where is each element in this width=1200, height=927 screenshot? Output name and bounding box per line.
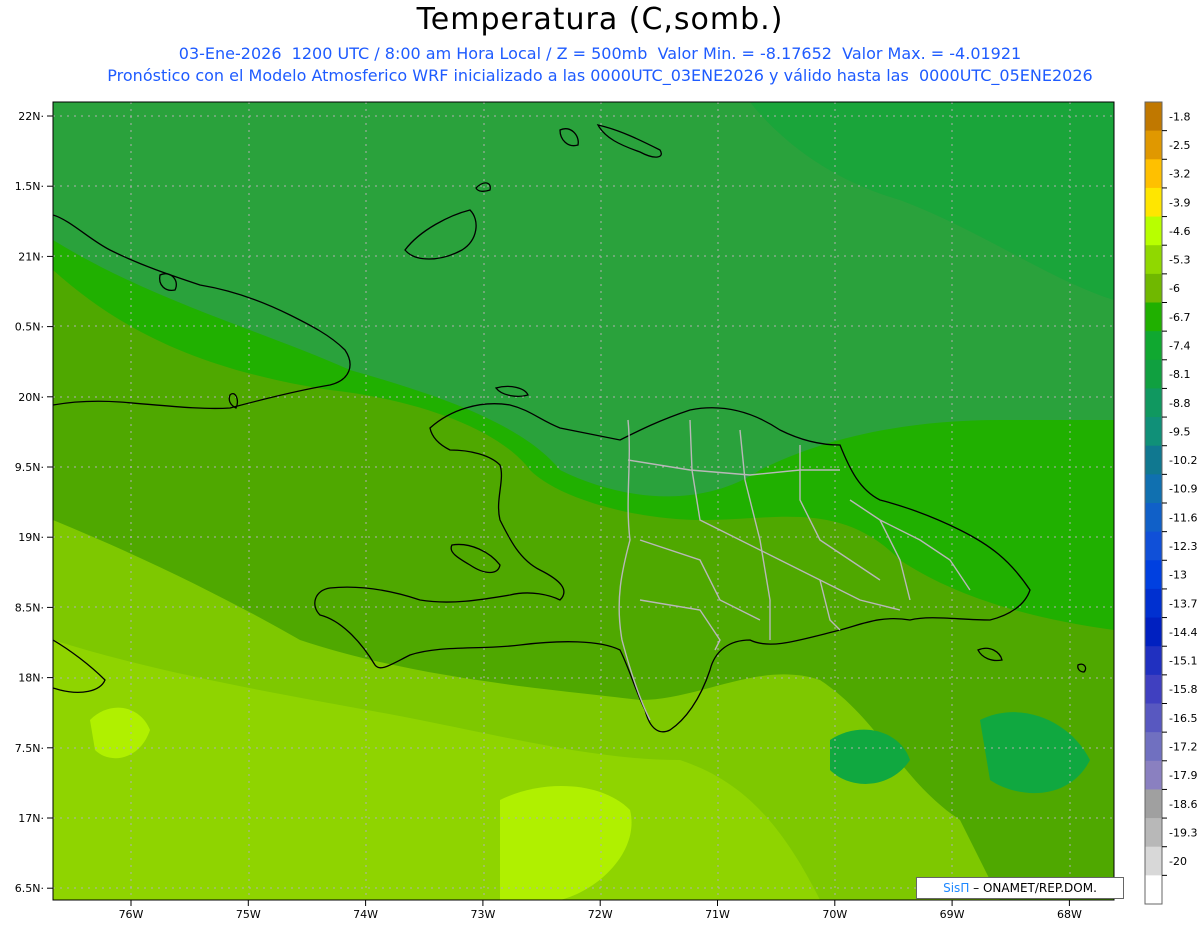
colorbar: -1.8 -2.5 -3.2 -3.9 -4.6 -5.3 -6 -6.7 -7.4 -8.1 -8… [1144, 101, 1197, 905]
colorbar-swatch [1145, 273, 1162, 303]
lat-tick-label: 1.5N· [15, 180, 44, 193]
lat-tick-label: 7.5N· [15, 742, 44, 755]
colorbar-swatch [1145, 503, 1162, 533]
colorbar-swatch [1145, 560, 1162, 590]
credit-box: SisΠ – ONAMET/REP.DOM. [916, 877, 1124, 899]
lon-tick-label: 73W [470, 908, 495, 921]
lat-tick-label: 9.5N· [15, 461, 44, 474]
lon-tick-label: 74W [353, 908, 378, 921]
colorbar-label: -16.5 [1169, 712, 1197, 725]
lon-tick-label: 71W [705, 908, 730, 921]
lon-tick-label: 75W [236, 908, 261, 921]
colorbar-swatch [1145, 531, 1162, 561]
colorbar-label: -13.7 [1169, 597, 1197, 610]
colorbar-swatch [1145, 359, 1162, 389]
temperature-map: 22N· 1.5N· 21N· 0.5N· 20N· 9.5N· 19N· 8.5N· 18N·… [15, 101, 1197, 921]
lat-tick-label: 8.5N· [15, 601, 44, 614]
colorbar-swatch [1145, 331, 1162, 361]
colorbar-label: -12.3 [1169, 540, 1197, 553]
longitude-axis: 76W 75W 74W 73W 72W 71W 70W 69W 68W [119, 900, 1082, 921]
colorbar-label: -6 [1169, 282, 1180, 295]
lon-tick-label: 76W [119, 908, 144, 921]
colorbar-swatch [1145, 417, 1162, 447]
colorbar-label: -19.3 [1169, 826, 1197, 839]
colorbar-label: -5.3 [1169, 254, 1190, 267]
colorbar-label: -4.6 [1169, 225, 1190, 238]
colorbar-swatch [1145, 445, 1162, 475]
lat-tick-label: 19N· [18, 531, 44, 544]
colorbar-label: -20 [1169, 855, 1187, 868]
colorbar-swatch [1145, 187, 1162, 218]
colorbar-label: -8.1 [1169, 368, 1190, 381]
colorbar-swatch [1145, 474, 1162, 504]
sispi-logo: SisΠ [943, 881, 970, 895]
colorbar-swatch [1145, 245, 1162, 275]
colorbar-swatch [1145, 102, 1162, 132]
lat-tick-label: 20N· [18, 391, 44, 404]
lat-tick-label: 6.5N· [15, 882, 44, 895]
colorbar-swatch [1145, 617, 1162, 647]
colorbar-label: -9.5 [1169, 425, 1190, 438]
temperature-field [53, 102, 1114, 900]
colorbar-swatch [1145, 703, 1162, 733]
colorbar-label: -10.2 [1169, 454, 1197, 467]
colorbar-swatch [1145, 159, 1162, 189]
colorbar-swatch [1145, 674, 1162, 704]
colorbar-swatch [1145, 130, 1162, 160]
lat-tick-label: 21N· [18, 250, 44, 263]
colorbar-swatch [1145, 846, 1162, 876]
colorbar-label: -17.9 [1169, 769, 1197, 782]
lon-tick-label: 69W [940, 908, 965, 921]
colorbar-label: -1.8 [1169, 110, 1190, 123]
colorbar-swatch [1145, 588, 1162, 619]
colorbar-swatch [1145, 302, 1162, 332]
colorbar-label: -8.8 [1169, 397, 1190, 410]
lat-tick-label: 18N· [18, 672, 44, 685]
colorbar-label: -3.2 [1169, 168, 1190, 181]
colorbar-swatch [1145, 789, 1162, 819]
colorbar-swatch [1145, 875, 1162, 905]
colorbar-swatch [1145, 760, 1162, 790]
colorbar-swatch [1145, 388, 1162, 418]
colorbar-swatch [1145, 646, 1162, 676]
colorbar-label: -6.7 [1169, 311, 1190, 324]
colorbar-label: -17.2 [1169, 740, 1197, 753]
colorbar-label: -18.6 [1169, 798, 1197, 811]
colorbar-label: -10.9 [1169, 483, 1197, 496]
colorbar-swatch [1145, 216, 1162, 246]
colorbar-swatch [1145, 818, 1162, 848]
colorbar-label: -11.6 [1169, 511, 1197, 524]
colorbar-label: -2.5 [1169, 139, 1190, 152]
lon-tick-label: 70W [822, 908, 847, 921]
lon-tick-label: 68W [1057, 908, 1082, 921]
credit-text: – ONAMET/REP.DOM. [973, 881, 1097, 895]
lat-tick-label: 17N· [18, 812, 44, 825]
lat-tick-label: 22N· [18, 110, 44, 123]
colorbar-label: -3.9 [1169, 196, 1190, 209]
colorbar-label: -13 [1169, 569, 1187, 582]
colorbar-label: -15.8 [1169, 683, 1197, 696]
colorbar-label: -14.4 [1169, 626, 1197, 639]
colorbar-swatch [1145, 732, 1162, 762]
colorbar-label: -15.1 [1169, 655, 1197, 668]
colorbar-label: -7.4 [1169, 339, 1190, 352]
lon-tick-label: 72W [588, 908, 613, 921]
lat-tick-label: 0.5N· [15, 321, 44, 334]
latitude-axis: 22N· 1.5N· 21N· 0.5N· 20N· 9.5N· 19N· 8.5N· 18N·… [15, 110, 53, 895]
